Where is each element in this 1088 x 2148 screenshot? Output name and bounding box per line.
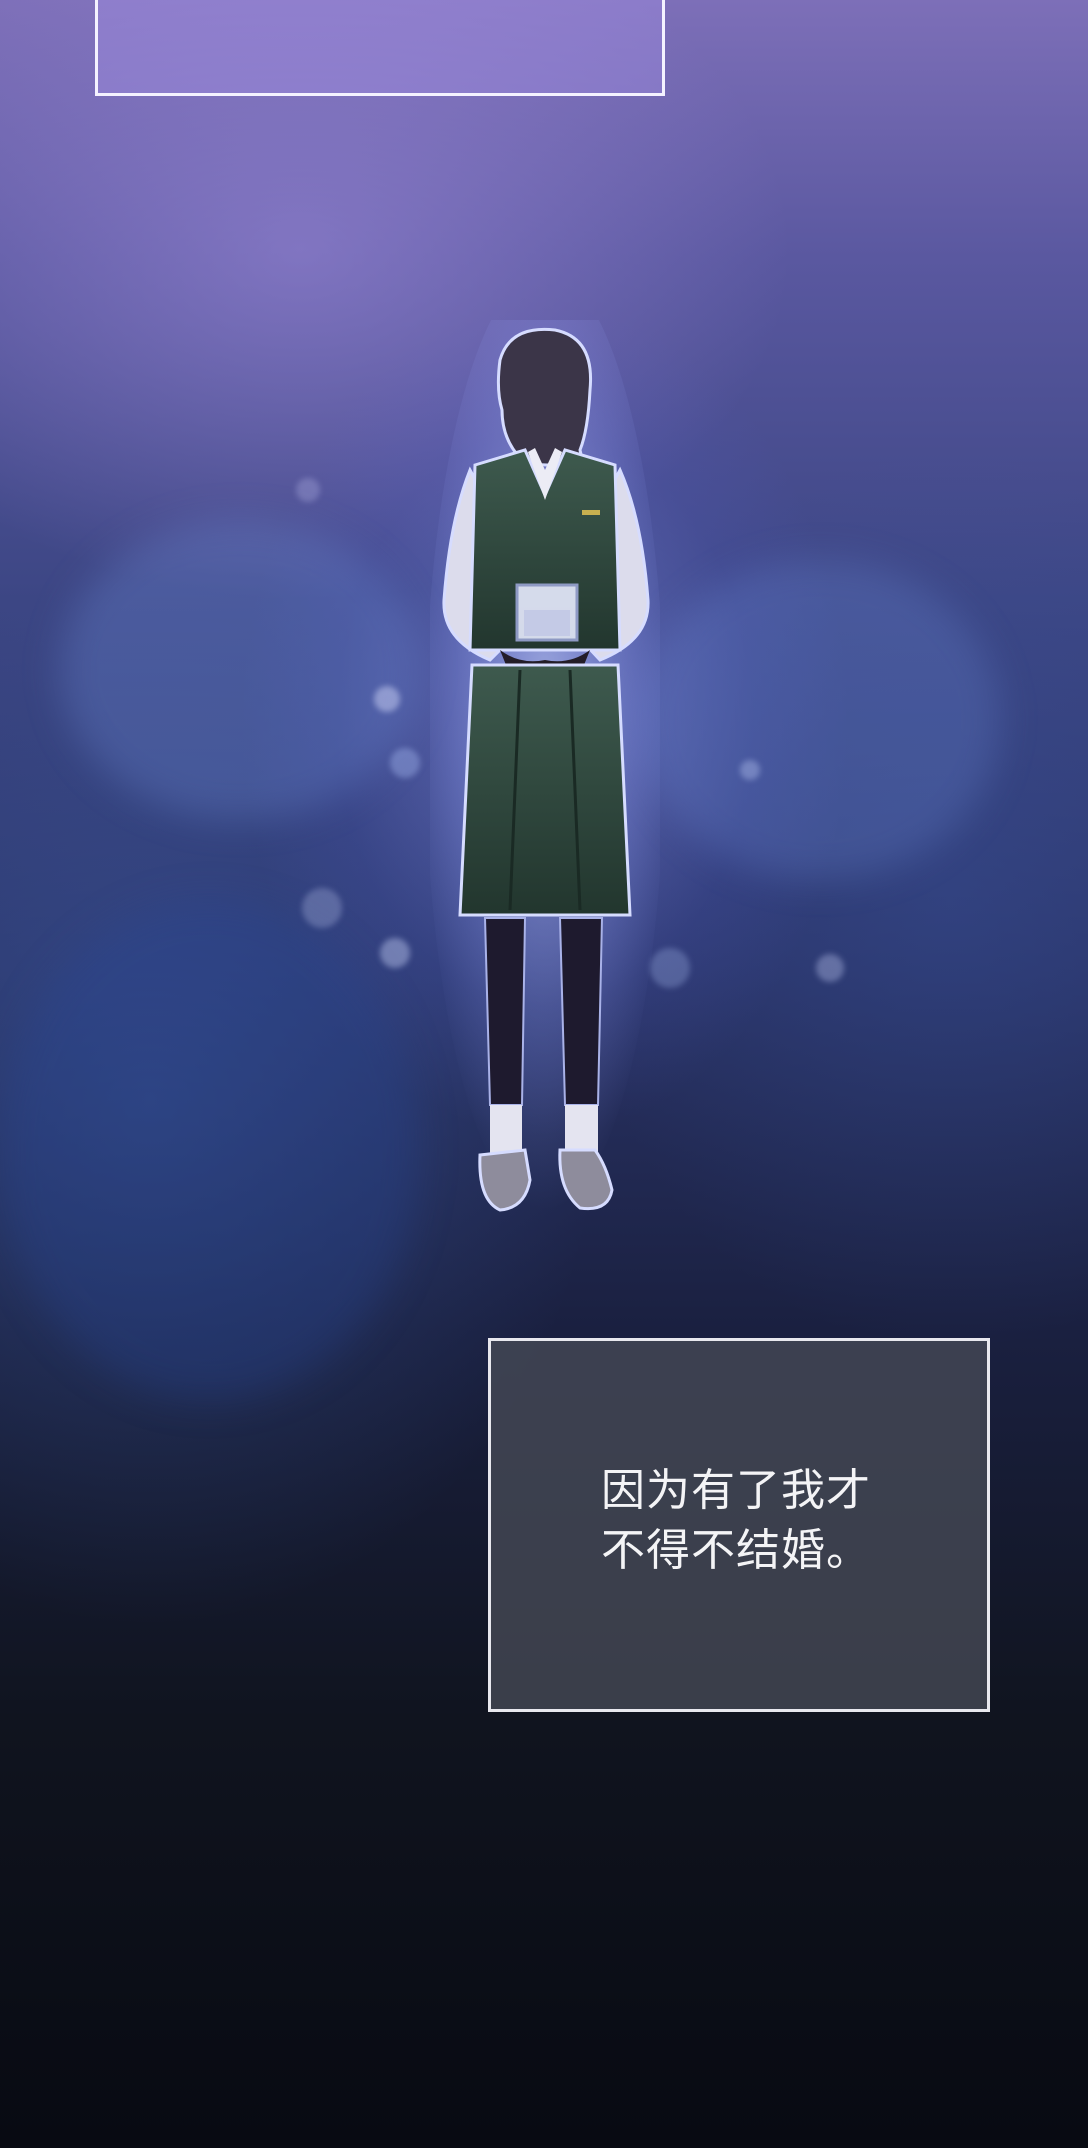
light-orb — [816, 954, 844, 982]
light-orb — [380, 938, 410, 968]
light-orb — [296, 478, 320, 502]
narration-caption-box: 因为有了我才 不得不结婚。 — [488, 1338, 990, 1712]
standing-girl-illustration — [430, 320, 660, 1212]
light-orb — [740, 760, 760, 780]
glow-mist — [640, 560, 1000, 880]
caption-text: 因为有了我才 不得不结婚。 — [601, 1461, 871, 1581]
glow-mist — [60, 520, 420, 820]
light-orb — [374, 686, 400, 712]
light-orb — [390, 748, 420, 778]
caption-line-1: 因为有了我才 — [601, 1465, 871, 1516]
glow-mist — [0, 900, 420, 1400]
caption-box-top — [95, 0, 665, 96]
caption-line-2: 不得不结婚。 — [601, 1525, 871, 1576]
light-orb — [302, 888, 342, 928]
